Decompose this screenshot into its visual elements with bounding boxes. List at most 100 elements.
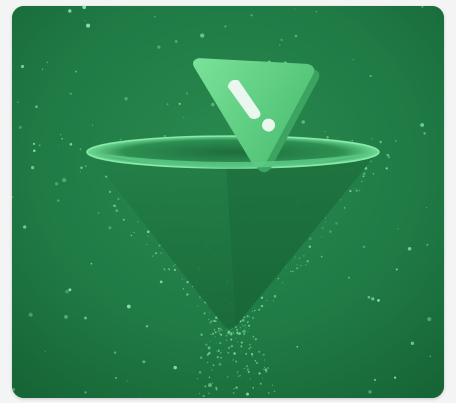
particle	[196, 378, 199, 380]
particle	[410, 341, 415, 345]
particle	[262, 354, 264, 356]
particle	[355, 189, 358, 192]
particle	[335, 222, 338, 225]
particle	[363, 172, 366, 175]
particle	[308, 245, 311, 248]
particle	[267, 367, 269, 369]
particle	[213, 319, 216, 323]
particle	[258, 308, 261, 311]
particle	[146, 230, 150, 234]
particle	[324, 217, 327, 219]
particle	[186, 293, 189, 296]
particle	[211, 102, 215, 107]
particle	[84, 391, 87, 394]
particle	[227, 346, 231, 350]
particle	[248, 328, 250, 329]
particle	[246, 315, 249, 317]
particle	[249, 343, 251, 346]
particle	[263, 368, 265, 371]
particle	[306, 259, 309, 263]
particle	[126, 380, 128, 382]
particle	[361, 180, 363, 183]
particle	[296, 267, 299, 270]
particle	[249, 346, 252, 348]
particle	[252, 336, 255, 338]
particle	[138, 396, 140, 398]
particle	[292, 270, 294, 273]
particle	[259, 382, 262, 385]
particle	[80, 171, 82, 173]
particle	[246, 365, 249, 368]
particle	[216, 350, 218, 352]
particle	[126, 304, 131, 309]
particle	[243, 367, 245, 369]
particle	[199, 296, 201, 298]
particle	[69, 92, 73, 96]
particle	[174, 40, 178, 43]
particle	[215, 342, 217, 344]
funnel-illustration	[12, 6, 444, 398]
particle	[232, 359, 234, 361]
particle	[236, 372, 239, 374]
particle	[238, 375, 240, 377]
particle	[372, 173, 375, 175]
particle	[250, 352, 254, 356]
particle	[60, 133, 62, 136]
particle	[420, 123, 425, 127]
particle	[358, 189, 361, 192]
particle	[213, 329, 216, 331]
particle	[160, 252, 162, 254]
particle	[250, 14, 253, 17]
particle	[217, 331, 219, 333]
particle	[239, 375, 241, 377]
particle	[75, 70, 78, 73]
particle	[324, 221, 327, 223]
particle	[368, 390, 372, 394]
particle	[236, 330, 239, 333]
particle	[255, 361, 259, 365]
particle	[173, 264, 175, 267]
particle	[214, 336, 216, 338]
particle	[324, 130, 326, 132]
particle	[239, 327, 241, 329]
particle	[248, 324, 251, 327]
particle	[108, 190, 112, 194]
particle	[208, 311, 210, 313]
particle	[379, 140, 383, 144]
particle	[230, 338, 233, 341]
particle	[300, 264, 302, 267]
particle	[159, 280, 163, 284]
particle	[273, 390, 276, 393]
particle	[301, 120, 305, 124]
particle	[185, 92, 189, 95]
particle	[242, 329, 246, 334]
particle	[218, 329, 221, 332]
particle	[166, 103, 169, 106]
particle	[252, 347, 254, 349]
particle	[130, 234, 133, 237]
particle	[285, 266, 287, 269]
particle	[305, 264, 307, 266]
particle	[163, 268, 166, 270]
particle	[243, 324, 246, 327]
particle	[294, 8, 296, 10]
particle	[217, 349, 220, 352]
particle	[208, 376, 211, 378]
particle	[113, 204, 117, 208]
particle	[343, 207, 346, 209]
particle	[236, 328, 238, 331]
particle	[197, 305, 199, 307]
particle	[240, 345, 243, 348]
particle	[32, 142, 36, 145]
particle	[425, 207, 428, 209]
particle	[23, 225, 27, 229]
particle	[397, 228, 399, 230]
particle	[362, 245, 366, 249]
particle	[97, 211, 100, 214]
particle	[367, 295, 371, 299]
particle	[209, 340, 211, 343]
particle	[146, 243, 148, 246]
particle	[41, 68, 44, 70]
particle	[214, 331, 217, 334]
particle	[163, 134, 167, 138]
